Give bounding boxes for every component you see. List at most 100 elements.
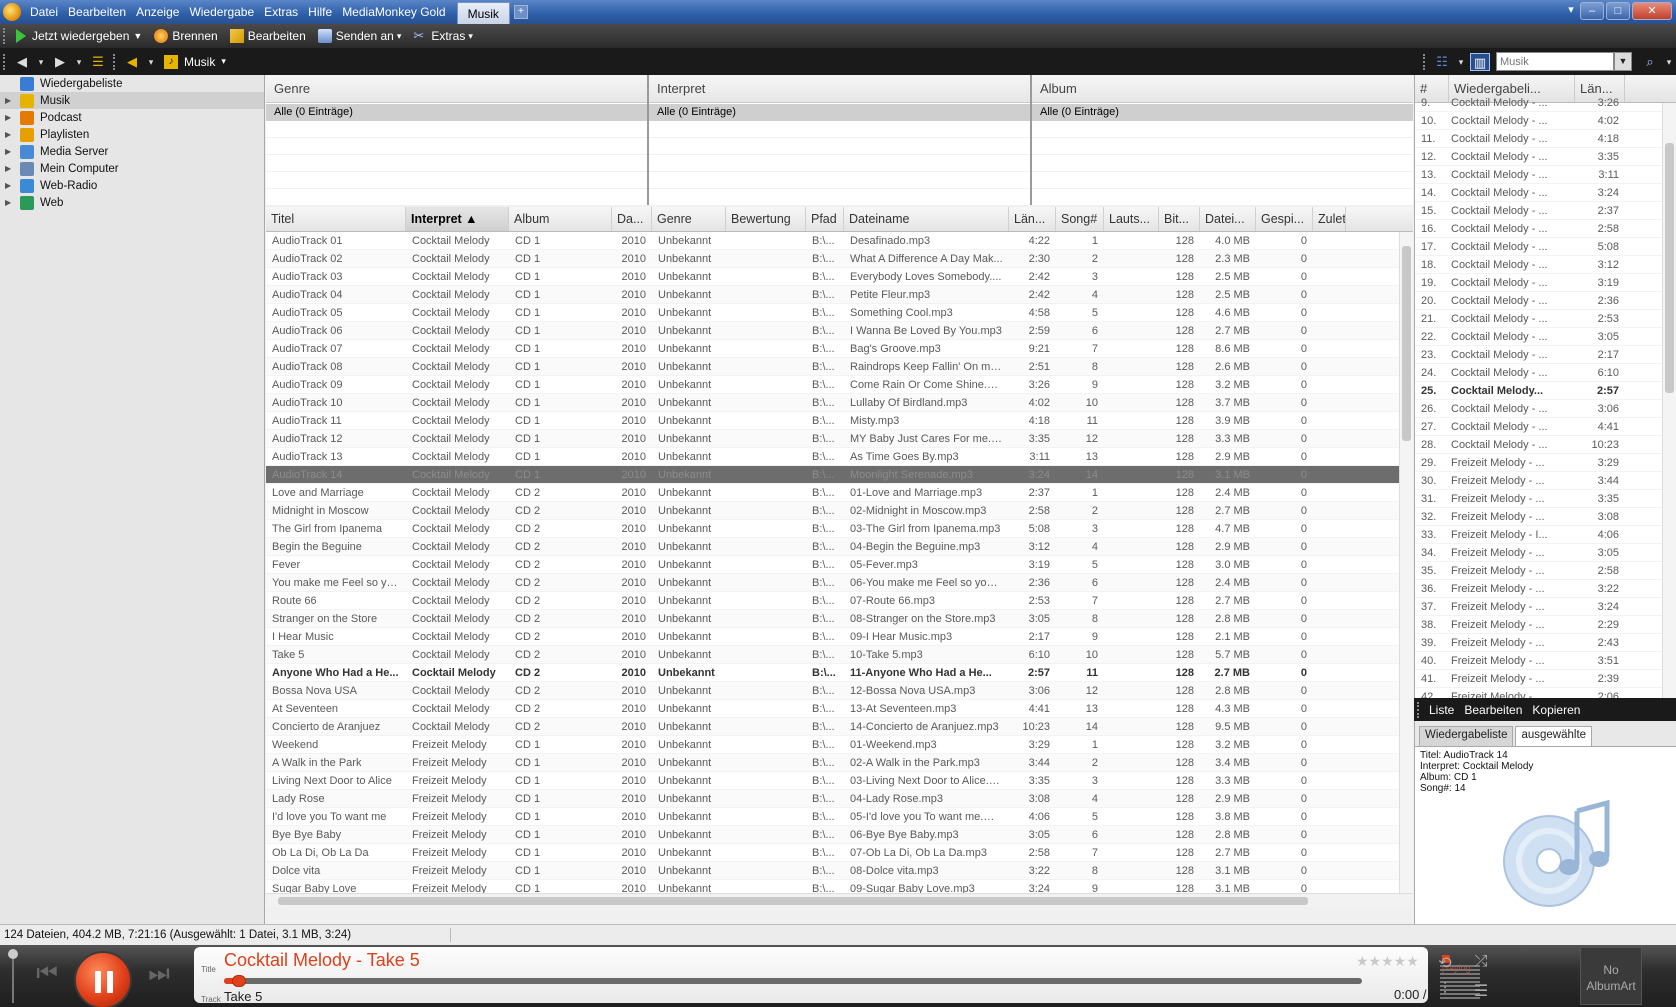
back-icon[interactable]: ◀ [12, 53, 32, 71]
table-row[interactable]: AudioTrack 01 Cocktail Melody CD 1 2010 Unbe… [266, 232, 1413, 250]
playlist-icon[interactable]: ☰ [1470, 981, 1492, 1003]
repeat-icon[interactable]: ⟲ [1434, 953, 1456, 975]
chevron-down-icon[interactable]: ▾ [146, 53, 156, 71]
column-header-1[interactable]: Interpret ▲ [406, 207, 509, 231]
np-list-item[interactable]: 38. Freizeit Melody - ... 2:29 [1415, 616, 1676, 634]
tab-musik[interactable]: Musik [456, 2, 510, 24]
table-row[interactable]: Lady Rose Freizeit Melody CD 1 2010 Unbekann… [266, 790, 1413, 808]
tree-item-playlisten[interactable]: ▶ Playlisten [0, 126, 264, 143]
menu-hilfe[interactable]: Hilfe [303, 0, 337, 24]
np-list-item[interactable]: 30. Freizeit Melody - ... 3:44 [1415, 472, 1676, 490]
filter-all-item[interactable]: Alle (0 Einträge) [266, 104, 647, 121]
np-list-item[interactable]: 32. Freizeit Melody - ... 3:08 [1415, 508, 1676, 526]
np-list-item[interactable]: 23. Cocktail Melody - ... 2:17 [1415, 346, 1676, 364]
np-list-item[interactable]: 35. Freizeit Melody - ... 2:58 [1415, 562, 1676, 580]
np-list-item[interactable]: 39. Freizeit Melody - ... 2:43 [1415, 634, 1676, 652]
table-row[interactable]: You make me Feel so young Cocktail Melody… [266, 574, 1413, 592]
table-row[interactable]: A Walk in the Park Freizeit Melody CD 1 201… [266, 754, 1413, 772]
list-view-icon[interactable]: ☷ [1432, 53, 1452, 71]
table-row[interactable]: Bye Bye Baby Freizeit Melody CD 1 2010 Unbek… [266, 826, 1413, 844]
volume-slider[interactable] [8, 949, 18, 1005]
np-list-item[interactable]: 21. Cocktail Melody - ... 2:53 [1415, 310, 1676, 328]
np-list-item[interactable]: 17. Cocktail Melody - ... 5:08 [1415, 238, 1676, 256]
table-row[interactable]: Fever Cocktail Melody CD 2 2010 Unbekannt B:\… [266, 556, 1413, 574]
chevron-down-icon[interactable]: ▾ [74, 53, 84, 71]
edit-button[interactable]: Bearbeiten [224, 29, 312, 43]
expand-icon[interactable]: ▶ [5, 113, 15, 122]
tree-item-web-radio[interactable]: ▶ Web-Radio [0, 177, 264, 194]
np-list-item[interactable]: 12. Cocktail Melody - ... 3:35 [1415, 148, 1676, 166]
table-row[interactable]: Anyone Who Had a He... Cocktail Melody CD … [266, 664, 1413, 682]
expand-icon[interactable]: ▶ [5, 130, 15, 139]
send-to-button[interactable]: Senden an ▾ [312, 29, 408, 43]
column-view-icon[interactable]: ▥ [1470, 52, 1490, 71]
np-list-item[interactable]: 26. Cocktail Melody - ... 3:06 [1415, 400, 1676, 418]
speaker-icon[interactable]: ◀ [122, 53, 142, 71]
table-row[interactable]: AudioTrack 02 Cocktail Melody CD 1 2010 Unbe… [266, 250, 1413, 268]
table-row[interactable]: At Seventeen Cocktail Melody CD 2 2010 Unbek… [266, 700, 1413, 718]
table-row[interactable]: Begin the Beguine Cocktail Melody CD 2 2010… [266, 538, 1413, 556]
np-list-item[interactable]: 40. Freizeit Melody - ... 3:51 [1415, 652, 1676, 670]
add-tab-icon[interactable]: + [513, 5, 528, 19]
table-row[interactable]: I'd love you To want me Freizeit Melody CD… [266, 808, 1413, 826]
app-logo-icon[interactable] [3, 3, 21, 21]
filter-all-item[interactable]: Alle (0 Einträge) [649, 104, 1030, 121]
next-icon[interactable]: ⏭ [144, 959, 174, 989]
table-row[interactable]: Take 5 Cocktail Melody CD 2 2010 Unbekannt B:… [266, 646, 1413, 664]
edit-list-button[interactable]: Bearbeiten [1459, 703, 1527, 717]
column-header-5[interactable]: Bewertung [726, 207, 806, 231]
expand-icon[interactable]: ▶ [5, 198, 15, 207]
chevron-down-icon[interactable]: ▾ [1456, 53, 1466, 71]
table-row[interactable]: Weekend Freizeit Melody CD 1 2010 Unbekannt B… [266, 736, 1413, 754]
np-list-item[interactable]: 25. Cocktail Melody... 2:57 [1415, 382, 1676, 400]
table-row[interactable]: Concierto de Aranjuez Cocktail Melody CD 2… [266, 718, 1413, 736]
table-row[interactable]: AudioTrack 08 Cocktail Melody CD 1 2010 Unbe… [266, 358, 1413, 376]
expand-icon[interactable]: ▶ [5, 181, 15, 190]
expand-icon[interactable]: ▶ [5, 147, 15, 156]
column-header-10[interactable]: Lauts... [1104, 207, 1159, 231]
table-row[interactable]: I Hear Music Cocktail Melody CD 2 2010 Unbek… [266, 628, 1413, 646]
scroll-thumb[interactable] [1402, 246, 1411, 441]
column-header-13[interactable]: Gespi... [1256, 207, 1313, 231]
column-header-6[interactable]: Pfad [806, 207, 844, 231]
chevron-down-icon[interactable]: ▾ [36, 53, 46, 71]
table-row[interactable]: AudioTrack 05 Cocktail Melody CD 1 2010 Unbe… [266, 304, 1413, 322]
column-header-8[interactable]: Län... [1009, 207, 1056, 231]
forward-icon[interactable]: ▶ [50, 53, 70, 71]
column-header-12[interactable]: Datei... [1200, 207, 1256, 231]
extras-button[interactable]: ✂ Extras ▾ [407, 29, 479, 44]
burn-button[interactable]: Brennen [148, 29, 223, 43]
table-row[interactable]: Midnight in Moscow Cocktail Melody CD 2 201… [266, 502, 1413, 520]
toolbar-grip[interactable] [3, 53, 7, 70]
filter-header[interactable]: Genre [266, 75, 647, 103]
np-list-item[interactable]: 16. Cocktail Melody - ... 2:58 [1415, 220, 1676, 238]
np-list-item[interactable]: 42. Freizeit Melody - ... 2:06 [1415, 688, 1676, 698]
np-list-item[interactable]: 13. Cocktail Melody - ... 3:11 [1415, 166, 1676, 184]
list-button[interactable]: Liste [1424, 703, 1459, 717]
chevron-down-icon[interactable]: ▾ [1664, 53, 1674, 71]
table-row[interactable]: Stranger on the Store Cocktail Melody CD 2… [266, 610, 1413, 628]
search-dropdown-icon[interactable]: ▼ [1614, 52, 1632, 71]
search-input[interactable] [1496, 52, 1614, 71]
search-icon[interactable]: ⌕ [1640, 53, 1660, 71]
table-row[interactable]: AudioTrack 03 Cocktail Melody CD 1 2010 Unbe… [266, 268, 1413, 286]
copy-list-button[interactable]: Kopieren [1527, 703, 1585, 717]
track-list-vscrollbar[interactable] [1399, 232, 1413, 895]
pause-button[interactable] [74, 951, 132, 1007]
tree-item-web[interactable]: ▶ Web [0, 194, 264, 211]
expand-icon[interactable]: ▶ [5, 164, 15, 173]
maximize-button[interactable]: □ [1606, 2, 1630, 20]
seek-bar[interactable] [224, 975, 1362, 987]
np-list-item[interactable]: 33. Freizeit Melody - I... 4:06 [1415, 526, 1676, 544]
tree-view-icon[interactable]: ☰ [88, 53, 108, 71]
table-row[interactable]: Living Next Door to Alice Freizeit Melody… [266, 772, 1413, 790]
menu-mediamonkey-gold[interactable]: MediaMonkey Gold [337, 0, 450, 24]
play-now-button[interactable]: Jetzt wiedergeben ▼ [10, 29, 148, 43]
np-list-item[interactable]: 14. Cocktail Melody - ... 3:24 [1415, 184, 1676, 202]
scroll-thumb[interactable] [1665, 143, 1674, 393]
column-header-2[interactable]: Album [509, 207, 612, 231]
column-header-3[interactable]: Da... [612, 207, 652, 231]
table-row[interactable]: AudioTrack 11 Cocktail Melody CD 1 2010 Unbe… [266, 412, 1413, 430]
filter-header[interactable]: Album [1032, 75, 1413, 103]
seek-knob[interactable] [232, 975, 246, 987]
